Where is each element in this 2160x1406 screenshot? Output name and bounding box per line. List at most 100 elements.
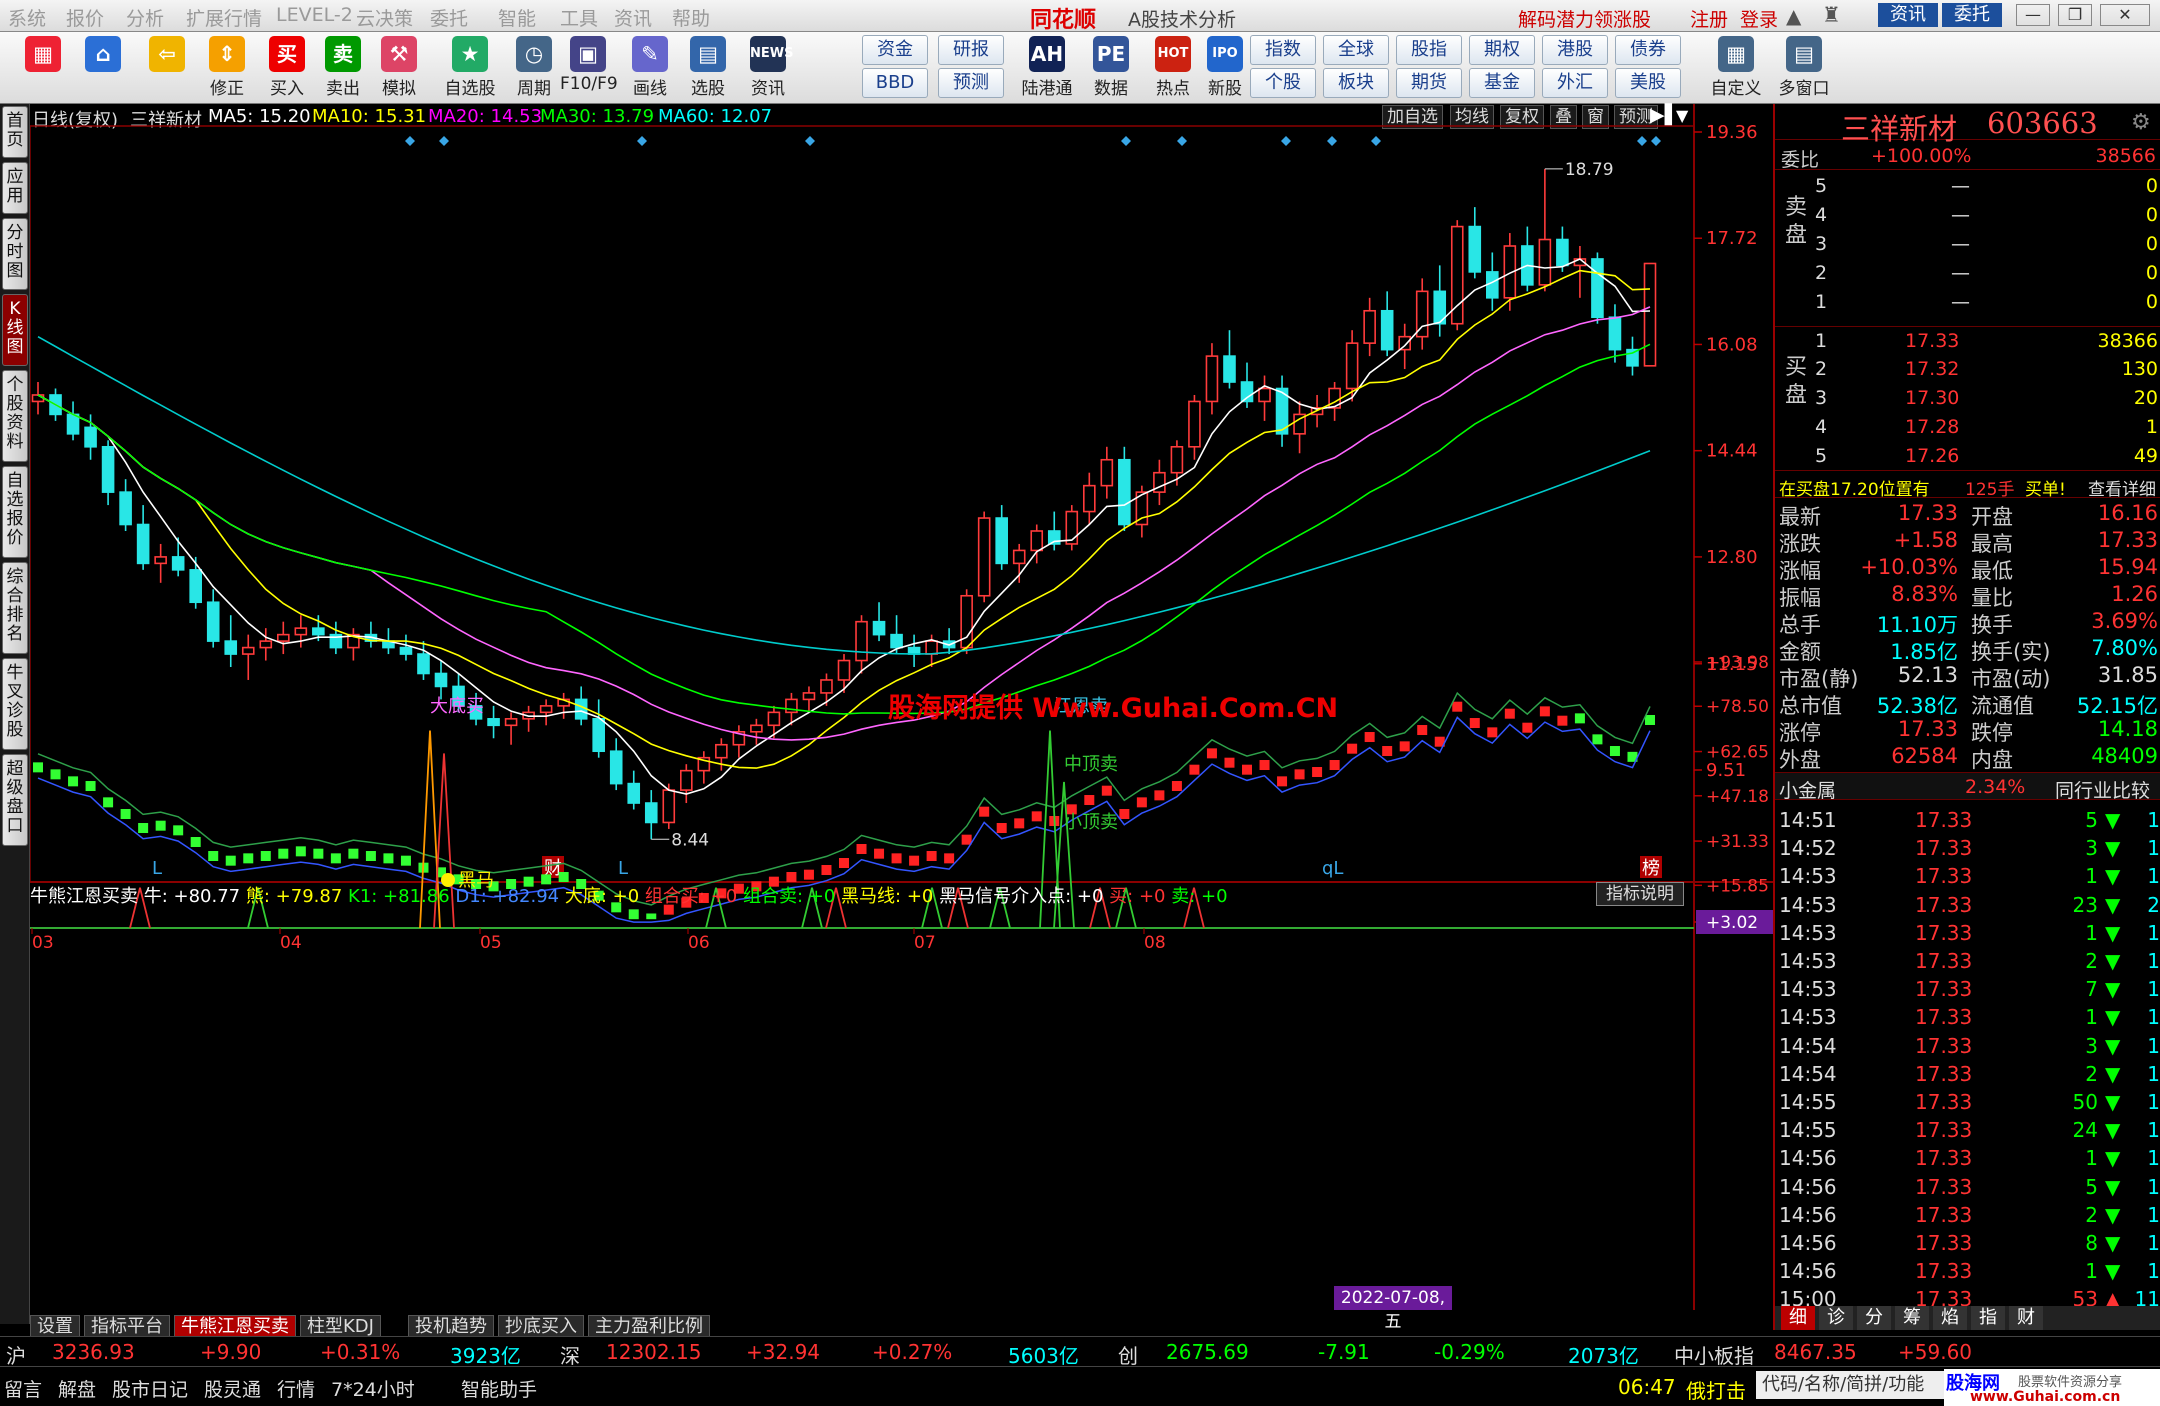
market-button-1-0[interactable]: 个股 — [1250, 68, 1316, 98]
event-marker[interactable]: L — [152, 858, 162, 879]
left-tab-1[interactable]: 应用 — [2, 162, 28, 214]
candle-down[interactable] — [1118, 458, 1131, 526]
candle-down[interactable] — [66, 413, 80, 435]
toolbar-button-0[interactable]: ▦ — [22, 34, 64, 100]
minimize-button[interactable]: — — [2016, 4, 2050, 26]
research-button[interactable]: 研报 — [938, 35, 1004, 65]
market-button-0-2[interactable]: 股指 — [1396, 35, 1462, 65]
toolbar-button-10[interactable]: ✎ 画线 — [622, 34, 678, 100]
toolbar-button-3[interactable]: ⇕ 修正 — [206, 34, 248, 100]
status-item-6[interactable]: 智能助手 — [461, 1375, 537, 1402]
candle-up[interactable] — [1205, 355, 1219, 403]
candle-up[interactable] — [1100, 458, 1114, 487]
indicator-tab-2[interactable]: 牛熊江恩买卖 — [174, 1315, 296, 1337]
promo-link[interactable]: 解码潜力领涨股 — [1518, 5, 1651, 32]
toolbar2-button-0[interactable]: AH 陆港通 — [1018, 34, 1076, 100]
toolbar2-button-3[interactable]: IPO 新股 — [1196, 34, 1254, 100]
news-button[interactable]: 资讯 — [1878, 3, 1938, 27]
market-button-1-1[interactable]: 板块 — [1323, 68, 1389, 98]
status-item-0[interactable]: 留言 — [4, 1375, 42, 1402]
event-marker[interactable]: L — [618, 858, 628, 879]
candle-down[interactable] — [995, 517, 1008, 565]
toolbar-button-4[interactable]: 买买入 — [266, 34, 308, 100]
candle-up[interactable] — [1538, 238, 1552, 286]
candle-down[interactable] — [189, 569, 202, 604]
candle-up[interactable] — [31, 394, 45, 403]
menu-item-7[interactable]: 智能 — [498, 4, 536, 31]
menu-item-0[interactable]: 系统 — [8, 4, 46, 31]
status-item-3[interactable]: 股灵通 — [204, 1375, 261, 1402]
candle-down[interactable] — [872, 620, 886, 636]
event-marker[interactable]: qL — [1322, 858, 1343, 879]
candle-down[interactable] — [1626, 348, 1639, 367]
candle-down[interactable] — [574, 698, 588, 720]
left-tab-4[interactable]: 个股资料 — [2, 370, 28, 462]
candle-up[interactable] — [715, 743, 728, 759]
panel-tab-3[interactable]: 筹 — [1895, 1306, 1929, 1330]
indicator-tab-5[interactable]: 抄底买入 — [498, 1315, 584, 1337]
indicator-tab-3[interactable]: 柱型KDJ — [300, 1315, 381, 1337]
candle-down[interactable] — [84, 426, 97, 448]
menu-item-5[interactable]: 云决策 — [356, 4, 413, 31]
sector-compare-button[interactable]: 同行业比较 — [2055, 776, 2150, 803]
menu-item-9[interactable]: 资讯 — [614, 4, 652, 31]
candle-up[interactable] — [662, 789, 676, 824]
candle-down[interactable] — [1556, 238, 1569, 267]
toolbar-button-11[interactable]: ▤ 选股 — [680, 34, 736, 100]
menu-item-4[interactable]: LEVEL-2 — [276, 4, 353, 26]
left-tab-7[interactable]: 牛叉诊股 — [2, 658, 28, 750]
panel-tab-4[interactable]: 焰 — [1933, 1306, 1967, 1330]
candle-down[interactable] — [224, 640, 238, 655]
market-button-0-1[interactable]: 全球 — [1323, 35, 1389, 65]
candle-up[interactable] — [680, 769, 693, 791]
candle-up[interactable] — [277, 633, 290, 642]
candle-down[interactable] — [101, 445, 115, 493]
panel-tab-0[interactable]: 细 — [1781, 1306, 1815, 1330]
search-input[interactable]: 代码/名称/简拼/功能 — [1756, 1371, 1944, 1399]
market-button-1-3[interactable]: 基金 — [1469, 68, 1535, 98]
candle-up[interactable] — [802, 692, 816, 701]
candle-down[interactable] — [136, 523, 150, 565]
candle-down[interactable] — [434, 672, 448, 688]
candle-down[interactable] — [1468, 225, 1482, 273]
candle-up[interactable] — [820, 679, 833, 694]
indicator-explain-button[interactable]: 指标说明 — [1596, 882, 1684, 906]
candle-up[interactable] — [750, 724, 763, 733]
candle-down[interactable] — [609, 750, 623, 785]
indicator-tab-6[interactable]: 主力盈利比例 — [588, 1315, 710, 1337]
menu-item-3[interactable]: 扩展行情 — [186, 4, 262, 31]
toolbar-button-8[interactable]: ◷ 周期 — [506, 34, 562, 100]
candle-down[interactable] — [592, 718, 605, 753]
candle-up[interactable] — [1345, 342, 1359, 390]
candle-down[interactable] — [1608, 316, 1622, 351]
toolbar-button-5[interactable]: 卖卖出 — [322, 34, 364, 100]
toolbar2-button-2[interactable]: HOT 热点 — [1144, 34, 1202, 100]
candle-down[interactable] — [627, 782, 641, 804]
candle-down[interactable] — [399, 646, 413, 655]
menu-item-10[interactable]: 帮助 — [672, 4, 710, 31]
candle-up[interactable] — [1398, 335, 1411, 351]
indicator-tab-0[interactable]: 设置 — [30, 1315, 80, 1337]
candle-up[interactable] — [837, 659, 851, 681]
left-tab-0[interactable]: 首页 — [2, 106, 28, 158]
menu-item-2[interactable]: 分析 — [126, 4, 164, 31]
candle-down[interactable] — [890, 633, 903, 649]
custom-button[interactable]: ▦ 自定义 — [1708, 34, 1764, 100]
shirt-icon[interactable]: ♜ — [1822, 3, 1841, 27]
candle-up[interactable] — [1643, 262, 1657, 367]
restore-button[interactable]: ❐ — [2058, 4, 2092, 26]
event-marker[interactable]: 榜 — [1642, 858, 1660, 879]
candle-up[interactable] — [504, 718, 518, 727]
bbd-button[interactable]: BBD — [862, 68, 928, 98]
panel-tab-6[interactable]: 财 — [2009, 1306, 2043, 1330]
status-item-2[interactable]: 股市日记 — [112, 1375, 188, 1402]
toolbar2-button-1[interactable]: PE 数据 — [1082, 34, 1140, 100]
candle-up[interactable] — [855, 620, 868, 662]
candle-up[interactable] — [767, 711, 781, 727]
status-item-4[interactable]: 行情 — [277, 1375, 315, 1402]
fund-button[interactable]: 资金 — [862, 35, 928, 65]
toolbar-button-2[interactable]: ⇦ — [146, 34, 188, 100]
login-link[interactable]: 登录 — [1740, 5, 1778, 32]
indicator-tab-1[interactable]: 指标平台 — [84, 1315, 170, 1337]
left-tab-5[interactable]: 自选报价 — [2, 466, 28, 558]
